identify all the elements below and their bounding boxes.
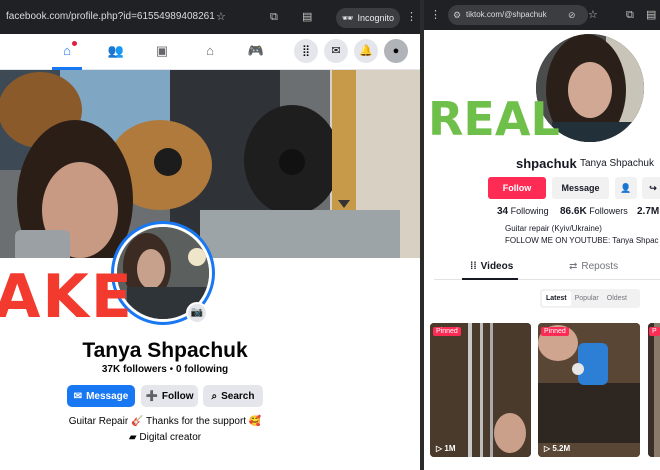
tab-reposts[interactable]: ⇄ Reposts xyxy=(569,261,618,272)
category-icon: ▰ xyxy=(128,432,137,443)
video-views: ▷ 1M xyxy=(436,444,456,453)
account-avatar-button[interactable]: ● xyxy=(384,39,408,63)
incognito-icon: 🕶 xyxy=(342,12,354,23)
message-label: Message xyxy=(86,390,129,402)
fake-overlay-label: AKE xyxy=(0,262,134,332)
menu-kebab-icon[interactable]: ⋮ xyxy=(406,10,417,24)
profile-category: ▰ Digital creator xyxy=(0,432,330,443)
video-thumbnail[interactable]: P xyxy=(648,323,660,457)
facebook-window: ▏ facebook.com/profile.php?id=6155498940… xyxy=(0,0,420,470)
profile-bio: Guitar Repair 🎸 Thanks for the support 🥰 xyxy=(68,416,262,427)
tiktok-bio-line-2: FOLLOW ME ON YOUTUBE: Tanya Shpac xyxy=(505,236,659,245)
browser-toolbar: ⋮ ⚙ tiktok.com/@shpachuk ⊘ ☆ ⧉ ▤ xyxy=(424,0,660,30)
likes-stat[interactable]: 2.7M xyxy=(637,206,659,217)
real-overlay-label: REAL xyxy=(428,92,560,146)
video-views: ▷ 5.2M xyxy=(544,444,571,453)
incognito-badge[interactable]: 🕶 Incognito xyxy=(336,8,400,28)
follow-button[interactable]: ➕ Follow xyxy=(141,385,198,407)
following-count[interactable]: 0 following xyxy=(176,364,228,375)
camera-icon[interactable]: 📷 xyxy=(186,302,208,324)
sort-popular[interactable]: Popular xyxy=(571,291,603,306)
home-tab[interactable]: ⌂ xyxy=(52,34,82,70)
extensions-icon[interactable]: ⧉ xyxy=(626,8,634,22)
menu-grid-button[interactable]: ⣿ xyxy=(294,39,318,63)
tiktok-nickname: Tanya Shpachuk xyxy=(580,158,654,169)
video-thumbnail[interactable]: Pinned ▷ 5.2M xyxy=(538,323,640,457)
sort-toggle: Latest Popular Oldest xyxy=(540,289,640,308)
follower-counts: 37K followers • 0 following xyxy=(0,364,330,375)
cover-photo xyxy=(0,70,420,258)
profile-name: Tanya Shpachuk xyxy=(82,339,248,362)
grid-icon: ⁞⁞ xyxy=(470,261,477,272)
extensions-icon[interactable]: ⧉ xyxy=(270,10,278,24)
follow-icon: ➕ xyxy=(145,390,158,402)
dot-separator: • xyxy=(169,364,174,375)
active-tab-underline xyxy=(462,278,518,280)
tab-videos-label: Videos xyxy=(480,261,514,272)
video-thumbnail-image xyxy=(538,323,640,457)
tiktok-message-button[interactable]: Message xyxy=(552,177,609,199)
message-button[interactable]: ✉ Message xyxy=(67,385,135,407)
tiktok-follow-button[interactable]: Follow xyxy=(488,177,546,199)
incognito-label: Incognito xyxy=(357,13,394,23)
follow-label: Follow xyxy=(161,390,194,402)
marketplace-icon[interactable]: ⌂ xyxy=(200,41,220,61)
video-thumbnail-image xyxy=(648,323,660,457)
bookmark-star-icon[interactable]: ☆ xyxy=(216,10,226,24)
following-label: Following xyxy=(510,206,549,216)
sort-latest[interactable]: Latest xyxy=(542,291,571,306)
site-info-icon: ⚙ xyxy=(453,10,462,20)
address-bar[interactable]: ⚙ tiktok.com/@shpachuk xyxy=(448,5,588,25)
address-bar[interactable]: facebook.com/profile.php?id=615549894082… xyxy=(6,11,215,22)
address-bar-url: tiktok.com/@shpachuk xyxy=(466,10,547,19)
search-button[interactable]: ⌕ Search xyxy=(203,385,263,407)
facebook-top-nav: ⌂ 👥 ▣ ⌂ 🎮 ⣿ ✉ 🔔 ● xyxy=(0,34,420,70)
following-stat[interactable]: 34 Following xyxy=(497,206,549,217)
video-views-value: 1M xyxy=(444,444,456,453)
tab-reposts-label: Reposts xyxy=(581,261,619,272)
repost-icon: ⇄ xyxy=(569,261,578,272)
messenger-button[interactable]: ✉ xyxy=(324,39,348,63)
pinned-badge: Pinned xyxy=(541,327,569,336)
search-icon: ⌕ xyxy=(211,390,218,402)
notification-dot xyxy=(72,41,77,46)
gaming-icon[interactable]: 🎮 xyxy=(246,41,266,61)
category-label: Digital creator xyxy=(139,432,202,443)
tiktok-window: ⋮ ⚙ tiktok.com/@shpachuk ⊘ ☆ ⧉ ▤ REAL sh… xyxy=(424,0,660,470)
share-icon[interactable]: ↪ xyxy=(642,177,660,199)
tiktok-username: shpachuk xyxy=(516,156,577,171)
video-thumbnail-image xyxy=(430,323,531,457)
sort-oldest[interactable]: Oldest xyxy=(603,291,631,306)
followers-stat[interactable]: 86.6K Followers xyxy=(560,206,628,217)
notifications-button[interactable]: 🔔 xyxy=(354,39,378,63)
pinned-badge: Pinned xyxy=(433,327,461,336)
tab-search-icon[interactable]: ▤ xyxy=(646,8,656,22)
following-value: 34 xyxy=(497,206,509,217)
followers-count[interactable]: 37K followers xyxy=(102,364,167,375)
followers-value: 86.6K xyxy=(560,206,587,217)
tracking-blocked-icon[interactable]: ⊘ xyxy=(568,8,576,22)
watch-video-icon[interactable]: ▣ xyxy=(152,41,172,61)
video-views-value: 5.2M xyxy=(552,444,571,453)
add-friend-icon[interactable]: 👤 xyxy=(615,177,637,199)
browser-toolbar: ▏ facebook.com/profile.php?id=6155498940… xyxy=(0,0,420,34)
friends-icon[interactable]: 👥 xyxy=(106,41,126,61)
tiktok-bio-line-1: Guitar repair (Kyiv/Ukraine) xyxy=(505,224,602,233)
messenger-icon: ✉ xyxy=(73,390,83,402)
search-label: Search xyxy=(221,390,255,402)
followers-label: Followers xyxy=(589,206,628,216)
video-thumbnail[interactable]: Pinned ▷ 1M xyxy=(430,323,531,457)
likes-value: 2.7M xyxy=(637,206,660,217)
pinned-badge: P xyxy=(649,327,660,336)
tab-videos[interactable]: ⁞⁞ Videos xyxy=(470,261,513,272)
bookmark-star-icon[interactable]: ☆ xyxy=(588,8,598,22)
menu-kebab-icon[interactable]: ⋮ xyxy=(430,8,441,22)
tab-search-icon[interactable]: ▤ xyxy=(302,10,312,24)
cover-photo-image xyxy=(0,70,420,258)
